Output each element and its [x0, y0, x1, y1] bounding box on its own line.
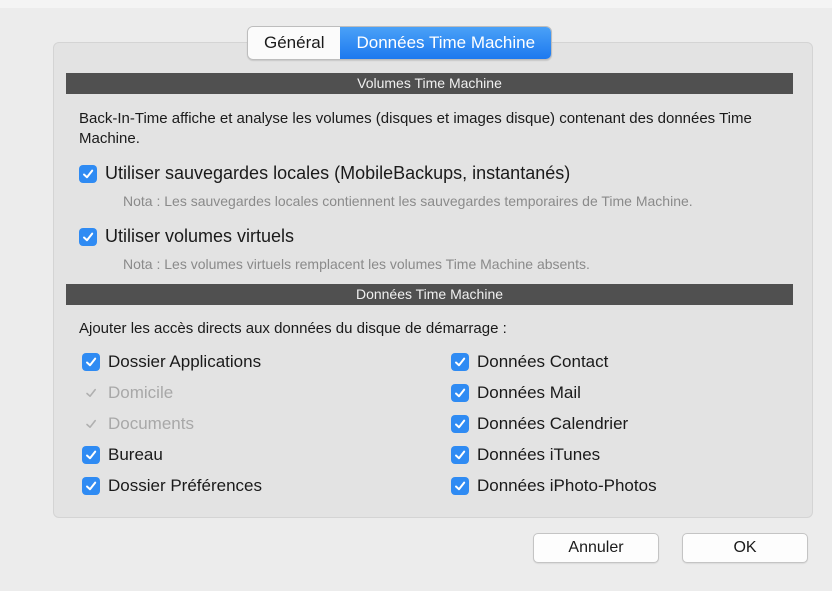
- checkbox-label: Dossier Applications: [108, 352, 262, 371]
- checkbox-label: Bureau: [108, 445, 163, 464]
- checkbox-label: Données iTunes: [477, 445, 601, 464]
- checkbox-donnees-mail[interactable]: Données Mail: [451, 383, 581, 403]
- checkbox-donnees-calendrier[interactable]: Données Calendrier: [451, 414, 628, 434]
- checkmark-icon: [451, 477, 469, 495]
- checkbox-label: Données Calendrier: [477, 414, 629, 433]
- checkmark-icon: [451, 446, 469, 464]
- data-section-header: Données Time Machine: [66, 284, 793, 305]
- checkbox-donnees-contact[interactable]: Données Contact: [451, 352, 608, 372]
- virtual-volumes-note: Nota : Les volumes virtuels remplacent l…: [123, 256, 590, 272]
- checkmark-icon: [82, 446, 100, 464]
- window-top-edge: [0, 0, 832, 8]
- checkmark-icon: [451, 415, 469, 433]
- local-backups-label: Utiliser sauvegardes locales (MobileBack…: [105, 163, 571, 183]
- checkbox-label: Documents: [108, 414, 194, 433]
- checkbox-donnees-itunes[interactable]: Données iTunes: [451, 445, 600, 465]
- data-intro: Ajouter les accès directs aux données du…: [79, 320, 507, 337]
- local-backups-note: Nota : Les sauvegardes locales contienne…: [123, 193, 693, 209]
- checkbox-label: Données Contact: [477, 352, 609, 371]
- checkbox-bureau[interactable]: Bureau: [82, 445, 163, 465]
- checkbox-dossier-applications[interactable]: Dossier Applications: [82, 352, 261, 372]
- checkbox-documents: Documents: [82, 414, 194, 434]
- checkmark-icon: [79, 227, 97, 246]
- checkmark-icon: [82, 477, 100, 495]
- checkbox-label: Données iPhoto-Photos: [477, 476, 657, 495]
- checkmark-icon: [451, 384, 469, 402]
- checkmark-icon: [82, 353, 100, 371]
- local-backups-checkbox[interactable]: Utiliser sauvegardes locales (MobileBack…: [79, 163, 570, 184]
- cancel-button[interactable]: Annuler: [533, 533, 659, 563]
- volumes-section-header: Volumes Time Machine: [66, 73, 793, 94]
- checkbox-donnees-iphoto-photos[interactable]: Données iPhoto-Photos: [451, 476, 657, 496]
- checkmark-icon: [82, 384, 100, 402]
- checkbox-dossier-preferences[interactable]: Dossier Préférences: [82, 476, 262, 496]
- virtual-volumes-checkbox[interactable]: Utiliser volumes virtuels: [79, 226, 294, 247]
- volumes-description: Back-In-Time affiche et analyse les volu…: [79, 110, 752, 147]
- checkbox-domicile: Domicile: [82, 383, 173, 403]
- checkbox-label: Dossier Préférences: [108, 476, 263, 495]
- checkbox-label: Données Mail: [477, 383, 581, 402]
- checkmark-icon: [451, 353, 469, 371]
- checkmark-icon: [79, 164, 97, 183]
- checkmark-icon: [82, 415, 100, 433]
- tab-bar: Général Données Time Machine: [247, 26, 553, 60]
- tab-time-machine-data[interactable]: Données Time Machine: [340, 27, 552, 59]
- virtual-volumes-label: Utiliser volumes virtuels: [105, 226, 295, 246]
- checkbox-label: Domicile: [108, 383, 174, 402]
- ok-button[interactable]: OK: [682, 533, 808, 563]
- tab-general[interactable]: Général: [248, 27, 341, 59]
